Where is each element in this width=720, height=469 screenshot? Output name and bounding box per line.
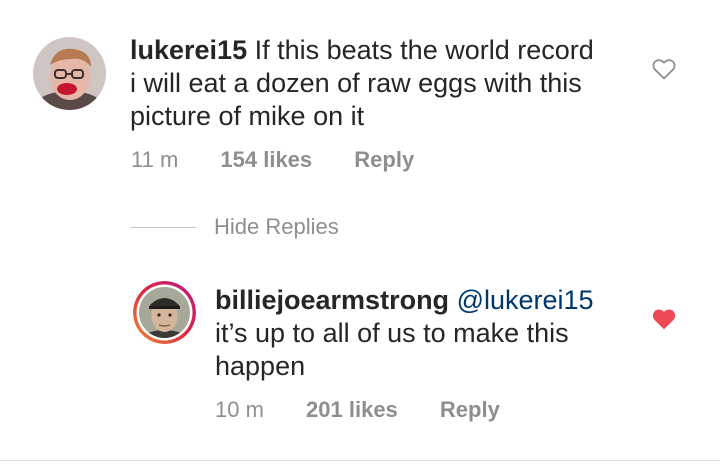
- comment-reply-button[interactable]: Reply: [354, 147, 414, 172]
- bottom-divider: [0, 460, 720, 461]
- reply-meta: 10 m 201 likes Reply: [215, 397, 500, 423]
- heart-outline-icon[interactable]: [652, 58, 676, 80]
- reply-timestamp[interactable]: 10 m: [215, 397, 264, 422]
- comment-timestamp[interactable]: 11 m: [131, 147, 178, 172]
- reply-reply-button[interactable]: Reply: [440, 397, 500, 422]
- comment-likes-count[interactable]: 154 likes: [220, 147, 312, 172]
- hide-replies-label: Hide Replies: [214, 214, 339, 239]
- avatar-lukerei15[interactable]: [33, 37, 106, 110]
- reply-likes-count[interactable]: 201 likes: [306, 397, 398, 422]
- reply-username[interactable]: billiejoearmstrong: [215, 285, 449, 315]
- avatar-billiejoearmstrong[interactable]: [133, 281, 196, 344]
- hide-replies-button[interactable]: Hide Replies: [130, 214, 339, 240]
- hide-replies-divider: [130, 226, 196, 228]
- comment-username[interactable]: lukerei15: [130, 35, 247, 65]
- reply-mention-link[interactable]: @lukerei15: [457, 285, 594, 315]
- comment-text-line-2: i will eat a dozen of raw eggs with this: [130, 68, 582, 98]
- comment-meta: 11 m 154 likes Reply: [131, 147, 414, 173]
- reply-text-line-3: happen: [215, 351, 306, 381]
- reply-text-line-2: it’s up to all of us to make this: [215, 318, 569, 348]
- reply-text-block: billiejoearmstrong @lukerei15 it’s up to…: [215, 284, 635, 383]
- heart-filled-icon[interactable]: [652, 308, 676, 330]
- comment-text-block: lukerei15 If this beats the world record…: [130, 34, 630, 133]
- comment-text-line-1: If this beats the world record: [254, 35, 594, 65]
- reply-line-1: billiejoearmstrong @lukerei15: [215, 284, 635, 317]
- comment-text-line-3: picture of mike on it: [130, 101, 365, 131]
- comment-line-1: lukerei15 If this beats the world record: [130, 34, 630, 67]
